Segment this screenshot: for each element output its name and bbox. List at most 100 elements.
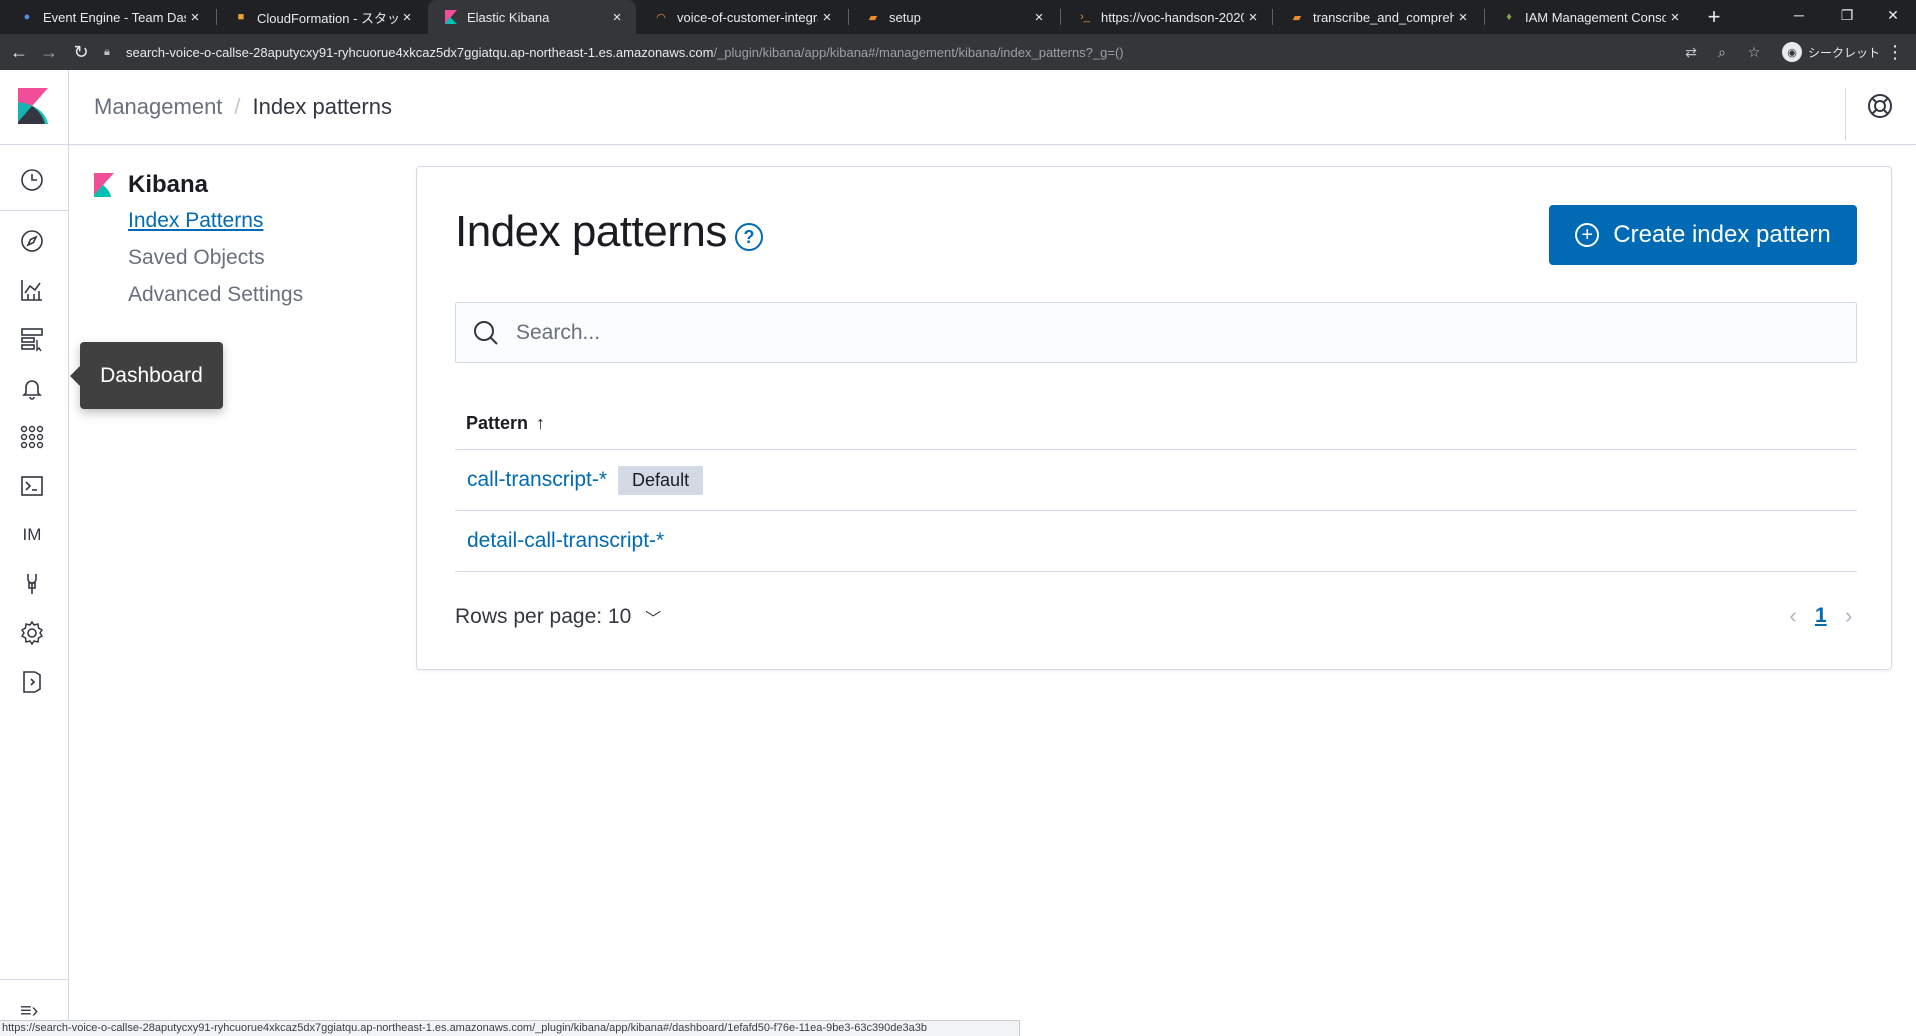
- browser-tabbar: ● Event Engine - Team Dashb × ■ CloudFor…: [0, 0, 1916, 34]
- close-tab-icon[interactable]: ×: [1666, 9, 1684, 26]
- rows-per-page-dropdown[interactable]: Rows per page: 10 ﹀: [455, 605, 661, 629]
- close-tab-icon[interactable]: ×: [1030, 9, 1048, 26]
- management-side-menu: Kibana Index Patterns Saved Objects Adva…: [94, 168, 394, 313]
- close-window-icon[interactable]: ✕: [1870, 0, 1916, 30]
- column-header-pattern[interactable]: Pattern ↑: [455, 397, 1857, 450]
- search-input[interactable]: [516, 320, 1816, 345]
- browser-menu-icon[interactable]: ⋮: [1885, 34, 1905, 70]
- left-nav: IM: [0, 145, 69, 1036]
- lock-icon: 🔒︎: [104, 45, 110, 58]
- reload-icon[interactable]: ↻: [66, 34, 96, 70]
- apps-grid-icon[interactable]: [17, 422, 47, 452]
- create-index-pattern-button[interactable]: + Create index pattern: [1549, 205, 1857, 265]
- sort-ascending-arrow-icon: ↑: [536, 412, 546, 433]
- tab-title: IAM Management Console: [1525, 9, 1666, 25]
- browser-tab[interactable]: ▰ setup ×: [850, 0, 1058, 34]
- alerting-bell-icon[interactable]: [17, 373, 47, 403]
- dev-tools-console-icon[interactable]: [17, 471, 47, 501]
- close-tab-icon[interactable]: ×: [1244, 9, 1262, 26]
- translate-icon[interactable]: ⇄: [1677, 34, 1705, 70]
- minimize-window-icon[interactable]: ─: [1776, 0, 1822, 30]
- side-menu-header: Kibana: [94, 168, 394, 202]
- side-menu-item-saved-objects[interactable]: Saved Objects: [128, 239, 394, 276]
- close-tab-icon[interactable]: ×: [186, 9, 204, 26]
- browser-tab[interactable]: ▰ transcribe_and_comprehen ×: [1274, 0, 1482, 34]
- tab-title: Elastic Kibana: [467, 9, 550, 25]
- breadcrumb-current: Index patterns: [252, 94, 392, 119]
- header-divider: [68, 70, 69, 145]
- zoom-icon[interactable]: ⌕: [1708, 34, 1736, 70]
- recently-viewed-clock-icon[interactable]: [17, 165, 47, 195]
- tab-title: Event Engine - Team Dashb: [43, 9, 186, 25]
- nav-divider: [0, 979, 69, 980]
- dashboard-icon[interactable]: [17, 324, 47, 354]
- table-row: call-transcript-* Default: [455, 450, 1857, 511]
- close-tab-icon[interactable]: ×: [1454, 9, 1472, 26]
- url-field[interactable]: 🔒︎ search-voice-o-callse-28aputycxy91-ry…: [104, 39, 1660, 65]
- side-menu-title: Kibana: [128, 171, 209, 198]
- browser-tab[interactable]: ■ CloudFormation - スタック vo ×: [218, 0, 426, 34]
- tab-divider: [848, 9, 849, 25]
- tab-title: transcribe_and_comprehen: [1313, 9, 1454, 25]
- logout-icon[interactable]: [17, 667, 47, 697]
- page-number-button[interactable]: 1: [1815, 604, 1827, 628]
- plus-circle-icon: +: [1575, 223, 1600, 247]
- side-menu-item-advanced-settings[interactable]: Advanced Settings: [128, 276, 394, 313]
- side-menu-item-index-patterns[interactable]: Index Patterns: [128, 202, 394, 239]
- incognito-icon: ◉: [1782, 42, 1802, 62]
- tab-title: voice-of-customer-integrati: [677, 9, 818, 25]
- terminal-favicon-icon: ›_: [1080, 11, 1090, 23]
- header-divider: [1845, 88, 1846, 140]
- browser-tab[interactable]: ›_ https://voc-handson-2020 ×: [1062, 0, 1272, 34]
- iam-favicon-icon: ♦: [1506, 11, 1512, 23]
- rows-per-page-label: Rows per page: 10: [455, 605, 632, 628]
- next-page-arrow-icon[interactable]: ›: [1839, 603, 1859, 629]
- discover-compass-icon[interactable]: [17, 226, 47, 256]
- monitoring-wrench-icon[interactable]: [17, 569, 47, 599]
- index-patterns-panel: Index patterns ? + Create index pattern …: [416, 166, 1892, 670]
- tab-divider: [1484, 9, 1485, 25]
- index-pattern-link[interactable]: detail-call-transcript-*: [467, 529, 664, 553]
- restore-window-icon[interactable]: ❐: [1824, 0, 1870, 30]
- incognito-indicator[interactable]: ◉ シークレット: [1782, 41, 1880, 63]
- create-button-label: Create index pattern: [1613, 221, 1831, 248]
- kibana-favicon-icon: [444, 10, 458, 24]
- browser-tab[interactable]: ◠ voice-of-customer-integrati ×: [638, 0, 846, 34]
- tab-divider: [216, 9, 217, 25]
- search-box: [455, 302, 1857, 363]
- visualize-chart-icon[interactable]: [17, 275, 47, 305]
- close-tab-icon[interactable]: ×: [608, 9, 626, 26]
- breadcrumb-management[interactable]: Management: [94, 94, 222, 120]
- close-tab-icon[interactable]: ×: [398, 9, 416, 26]
- notebook-favicon-icon: ▰: [868, 11, 878, 24]
- close-tab-icon[interactable]: ×: [818, 9, 836, 26]
- tab-divider: [1272, 9, 1273, 25]
- event-engine-favicon-icon: ●: [23, 11, 31, 23]
- new-tab-button[interactable]: +: [1700, 0, 1728, 34]
- chevron-down-icon: ﹀: [645, 611, 662, 628]
- browser-tab[interactable]: ● Event Engine - Team Dashb ×: [4, 0, 214, 34]
- browser-tab-active[interactable]: Elastic Kibana ×: [428, 0, 636, 34]
- forward-arrow-icon[interactable]: →: [34, 34, 64, 70]
- im-app-label[interactable]: IM: [17, 520, 47, 550]
- index-pattern-link[interactable]: call-transcript-*: [467, 468, 607, 492]
- nav-divider: [0, 210, 69, 211]
- question-help-icon[interactable]: ?: [735, 223, 763, 251]
- help-lifebuoy-icon[interactable]: [1866, 92, 1894, 120]
- tab-title: CloudFormation - スタック vo: [257, 10, 398, 26]
- tab-title: setup: [889, 9, 921, 25]
- table-row: detail-call-transcript-*: [455, 511, 1857, 572]
- bookmark-star-icon[interactable]: ☆: [1740, 34, 1768, 70]
- breadcrumb: Management / Index patterns: [94, 94, 392, 120]
- browser-tab[interactable]: ♦ IAM Management Console ×: [1486, 0, 1694, 34]
- url-path: /_plugin/kibana/app/kibana#/management/k…: [713, 44, 1124, 60]
- back-arrow-icon[interactable]: ←: [4, 34, 34, 70]
- previous-page-arrow-icon[interactable]: ‹: [1783, 603, 1803, 629]
- default-badge: Default: [618, 465, 704, 495]
- pagination: ‹ 1 ›: [1783, 603, 1859, 629]
- cloudformation-favicon-icon: ■: [237, 11, 245, 23]
- kibana-logo-icon[interactable]: [18, 88, 48, 124]
- management-gear-icon[interactable]: [17, 618, 47, 648]
- page-title: Index patterns: [455, 207, 727, 256]
- incognito-label: シークレット: [1808, 45, 1881, 60]
